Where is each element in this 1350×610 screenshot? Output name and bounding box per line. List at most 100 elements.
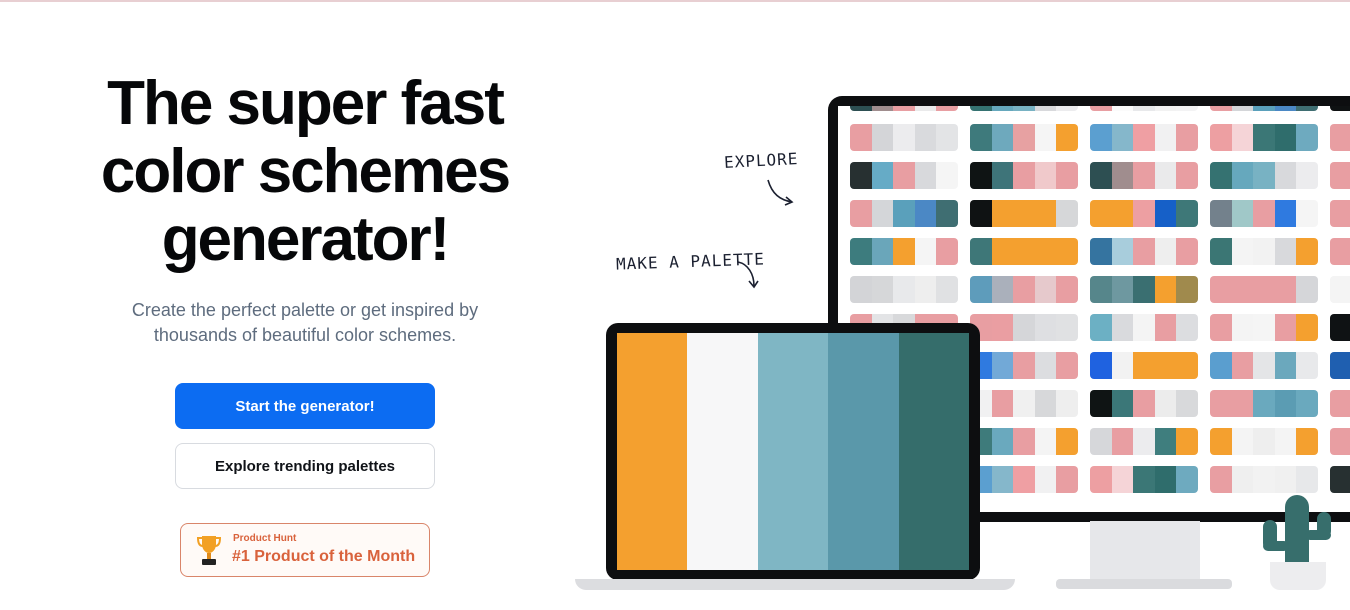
mini-palette[interactable] xyxy=(1210,390,1318,417)
mini-palette[interactable] xyxy=(1210,428,1318,455)
color-swatch xyxy=(1330,352,1350,379)
color-swatch xyxy=(914,162,937,189)
start-generator-button[interactable]: Start the generator! xyxy=(175,383,435,429)
color-swatch xyxy=(1154,124,1177,151)
color-swatch xyxy=(1013,106,1035,111)
color-swatch xyxy=(893,200,915,227)
color-swatch xyxy=(1111,106,1134,111)
cactus-pot xyxy=(1270,562,1326,590)
color-swatch xyxy=(1013,428,1035,455)
mini-palette[interactable] xyxy=(1090,314,1198,341)
mini-palette[interactable] xyxy=(1330,466,1350,493)
hero-title: The super fast color schemes generator! xyxy=(60,70,550,274)
mini-palette[interactable] xyxy=(1330,314,1350,341)
color-swatch xyxy=(936,238,958,265)
color-swatch xyxy=(850,124,872,151)
color-swatch xyxy=(1034,200,1057,227)
mini-palette[interactable] xyxy=(1330,352,1350,379)
mini-palette[interactable] xyxy=(1210,124,1318,151)
hero-subtitle: Create the perfect palette or get inspir… xyxy=(90,298,520,348)
color-swatch xyxy=(1176,466,1198,493)
mini-palette[interactable] xyxy=(850,276,958,303)
color-swatch xyxy=(1013,276,1035,303)
color-swatch xyxy=(1176,276,1198,303)
mini-palette[interactable] xyxy=(1090,106,1198,111)
mini-palette[interactable] xyxy=(1210,200,1318,227)
mini-palette[interactable] xyxy=(850,162,958,189)
mini-palette[interactable] xyxy=(1090,238,1198,265)
mini-palette[interactable] xyxy=(1210,162,1318,189)
color-swatch xyxy=(1210,352,1232,379)
mini-palette[interactable] xyxy=(850,124,958,151)
color-swatch xyxy=(1274,106,1297,111)
color-swatch xyxy=(1231,352,1254,379)
color-swatch xyxy=(1056,276,1078,303)
mini-palette[interactable] xyxy=(1090,428,1198,455)
mini-palette[interactable] xyxy=(1090,352,1198,379)
mini-palette[interactable] xyxy=(1330,106,1350,111)
mini-palette[interactable] xyxy=(970,124,1078,151)
mini-palette[interactable] xyxy=(970,200,1078,227)
mini-palette[interactable] xyxy=(1090,390,1198,417)
color-swatch xyxy=(1296,352,1318,379)
color-swatch xyxy=(1034,106,1057,111)
mini-palette[interactable] xyxy=(970,390,1078,417)
color-swatch xyxy=(1090,106,1112,111)
color-swatch xyxy=(1330,276,1350,303)
color-swatch xyxy=(1111,466,1134,493)
mini-palette[interactable] xyxy=(970,106,1078,111)
mini-palette[interactable] xyxy=(1330,200,1350,227)
color-swatch xyxy=(1231,314,1254,341)
color-swatch xyxy=(1133,352,1155,379)
mini-palette[interactable] xyxy=(970,466,1078,493)
mini-palette[interactable] xyxy=(850,200,958,227)
color-swatch xyxy=(936,124,958,151)
color-swatch xyxy=(1231,124,1254,151)
explore-palettes-button[interactable]: Explore trending palettes xyxy=(175,443,435,489)
color-swatch xyxy=(1330,106,1350,111)
mini-palette[interactable] xyxy=(1330,238,1350,265)
mini-palette[interactable] xyxy=(1210,314,1318,341)
color-swatch xyxy=(936,276,958,303)
color-swatch xyxy=(1210,238,1232,265)
mini-palette[interactable] xyxy=(970,352,1078,379)
curved-arrow-icon xyxy=(767,179,794,206)
color-swatch xyxy=(1176,314,1198,341)
mini-palette[interactable] xyxy=(970,276,1078,303)
mini-palette[interactable] xyxy=(850,238,958,265)
color-swatch xyxy=(914,124,937,151)
color-swatch xyxy=(1090,276,1112,303)
mini-palette[interactable] xyxy=(1330,428,1350,455)
mini-palette[interactable] xyxy=(1330,276,1350,303)
mini-palette[interactable] xyxy=(1330,162,1350,189)
mini-palette[interactable] xyxy=(1210,352,1318,379)
mini-palette[interactable] xyxy=(1210,106,1318,111)
mini-palette[interactable] xyxy=(970,238,1078,265)
mini-palette[interactable] xyxy=(1090,124,1198,151)
mini-palette[interactable] xyxy=(970,314,1078,341)
mini-palette[interactable] xyxy=(1090,162,1198,189)
mini-palette[interactable] xyxy=(970,428,1078,455)
mini-palette[interactable] xyxy=(1210,276,1318,303)
product-hunt-badge[interactable]: Product Hunt #1 Product of the Month xyxy=(180,523,430,577)
mini-palette[interactable] xyxy=(1210,238,1318,265)
color-swatch xyxy=(1253,314,1275,341)
color-swatch xyxy=(871,162,894,189)
color-swatch xyxy=(1296,162,1318,189)
mini-palette[interactable] xyxy=(1330,124,1350,151)
mini-palette[interactable] xyxy=(1090,276,1198,303)
color-swatch xyxy=(936,106,958,111)
mini-palette[interactable] xyxy=(970,162,1078,189)
color-swatch xyxy=(1090,124,1112,151)
mini-palette[interactable] xyxy=(1090,466,1198,493)
mini-palette[interactable] xyxy=(850,106,958,111)
color-swatch xyxy=(1296,238,1318,265)
mini-palette[interactable] xyxy=(1330,390,1350,417)
color-swatch xyxy=(687,333,758,570)
mini-palette[interactable] xyxy=(1090,200,1198,227)
color-swatch xyxy=(1253,162,1275,189)
cactus-arm xyxy=(1305,530,1331,540)
mini-palette[interactable] xyxy=(1210,466,1318,493)
color-swatch xyxy=(970,276,992,303)
color-swatch xyxy=(1013,352,1035,379)
